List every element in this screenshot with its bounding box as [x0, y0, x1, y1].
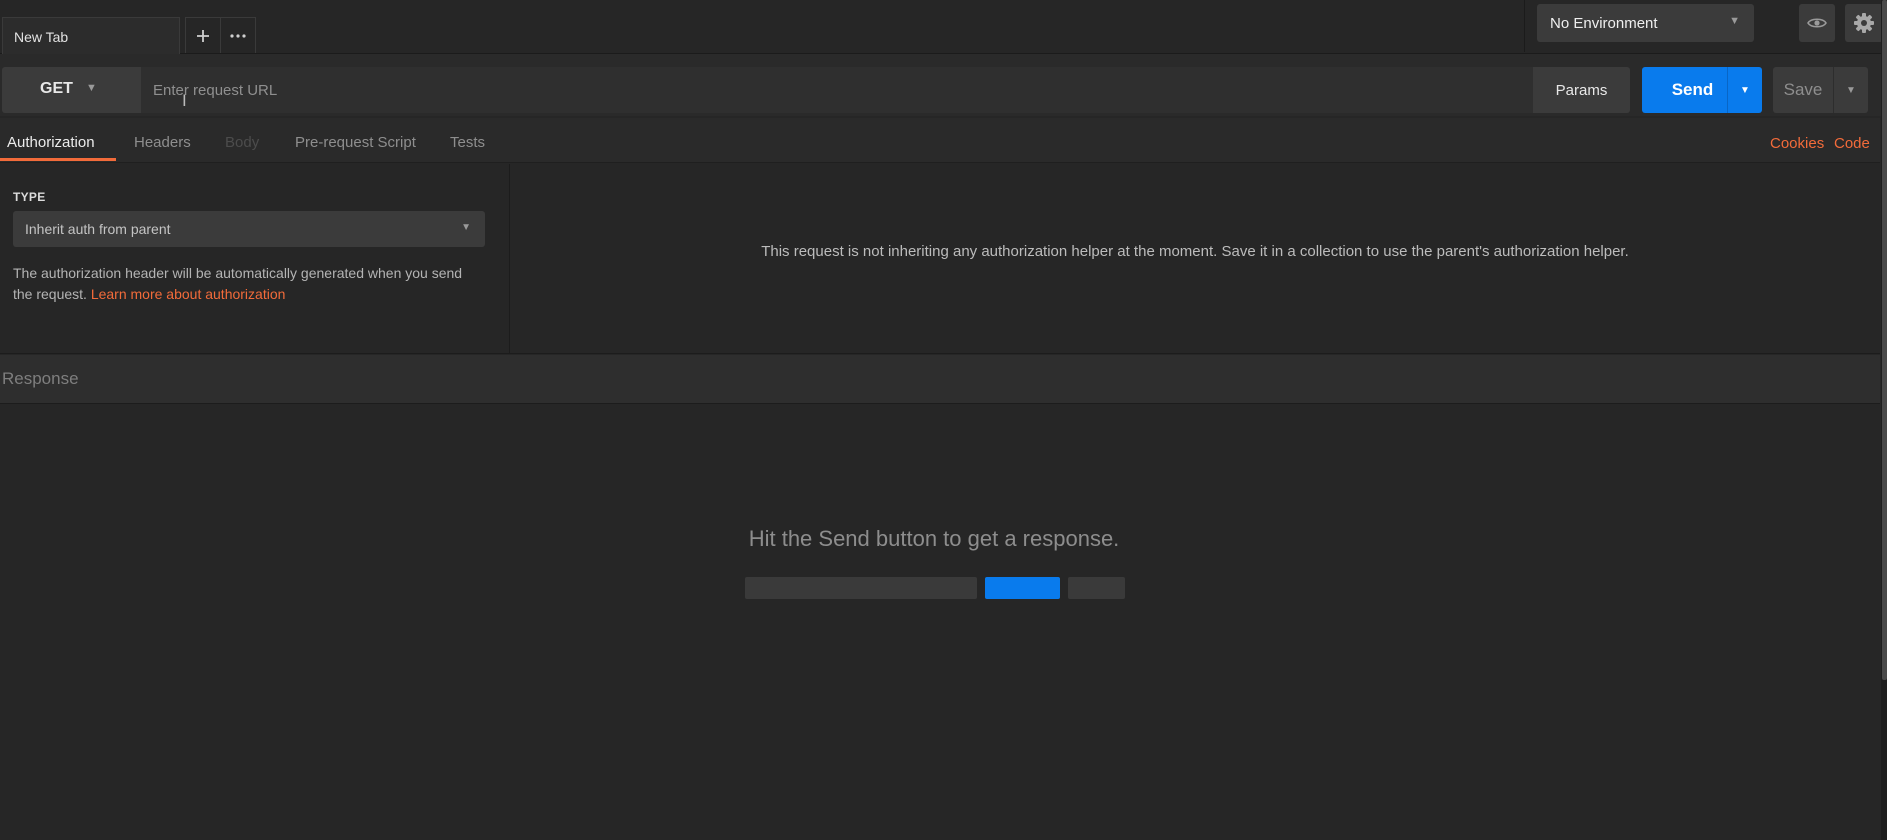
- request-tabs: Authorization Headers Body Pre-request S…: [0, 118, 1880, 163]
- active-tab-indicator: [0, 158, 116, 161]
- auth-type-panel: TYPE Inherit auth from parent ▼ The auth…: [0, 164, 510, 354]
- gear-icon: [1854, 13, 1874, 33]
- environment-quick-look-button[interactable]: [1799, 4, 1835, 42]
- environment-select[interactable]: No Environment ▼: [1537, 4, 1754, 42]
- tab-actions: [185, 17, 256, 53]
- auth-type-heading: TYPE: [13, 190, 46, 204]
- learn-more-auth-link[interactable]: Learn more about authorization: [91, 286, 286, 302]
- cookies-link[interactable]: Cookies: [1770, 135, 1824, 152]
- tab-pre-request-script[interactable]: Pre-request Script: [295, 134, 416, 151]
- response-title: Response: [2, 369, 79, 388]
- caret-down-icon: ▼: [1740, 84, 1750, 96]
- tab-body: Body: [225, 134, 260, 151]
- divider: [1524, 0, 1525, 52]
- response-header: Response: [0, 355, 1880, 404]
- method-select[interactable]: GET ▼: [2, 67, 141, 113]
- tab-label: New Tab: [14, 29, 69, 45]
- url-input[interactable]: [141, 67, 1533, 113]
- empty-response-message: Hit the Send button to get a response.: [748, 526, 1120, 551]
- settings-button[interactable]: [1845, 4, 1883, 42]
- placeholder-save-illustration: [1068, 577, 1125, 599]
- caret-down-icon: ▼: [1846, 84, 1856, 96]
- divider: [0, 353, 1880, 354]
- method-label: GET: [40, 80, 73, 97]
- more-horizontal-icon: [230, 33, 246, 38]
- tab-tests[interactable]: Tests: [450, 134, 485, 151]
- placeholder-url-bar-illustration: [745, 577, 977, 599]
- auth-description: The authorization header will be automat…: [13, 263, 483, 305]
- environment-label: No Environment: [1550, 15, 1658, 32]
- tab-headers[interactable]: Headers: [134, 134, 191, 151]
- save-button[interactable]: Save: [1773, 67, 1833, 113]
- plus-icon: [197, 29, 209, 42]
- caret-down-icon: ▼: [461, 222, 471, 233]
- tab-new[interactable]: New Tab: [2, 17, 180, 54]
- new-tab-button[interactable]: [186, 18, 220, 53]
- tab-authorization[interactable]: Authorization: [7, 134, 95, 151]
- auth-type-select[interactable]: Inherit auth from parent ▼: [13, 211, 485, 247]
- save-options-button[interactable]: ▼: [1833, 67, 1868, 113]
- send-options-button[interactable]: ▼: [1727, 67, 1762, 113]
- eye-icon: [1807, 18, 1827, 28]
- more-tabs-button[interactable]: [220, 18, 255, 53]
- auth-inherit-message: This request is not inheriting any autho…: [761, 243, 1629, 260]
- caret-down-icon: ▼: [1729, 15, 1740, 27]
- code-link[interactable]: Code: [1834, 135, 1870, 152]
- params-button[interactable]: Params: [1533, 67, 1630, 113]
- text-cursor-icon: I: [182, 91, 187, 110]
- placeholder-send-illustration: [985, 577, 1060, 599]
- scrollbar-thumb[interactable]: [1882, 0, 1887, 680]
- caret-down-icon: ▼: [86, 82, 97, 94]
- auth-type-value: Inherit auth from parent: [25, 221, 171, 237]
